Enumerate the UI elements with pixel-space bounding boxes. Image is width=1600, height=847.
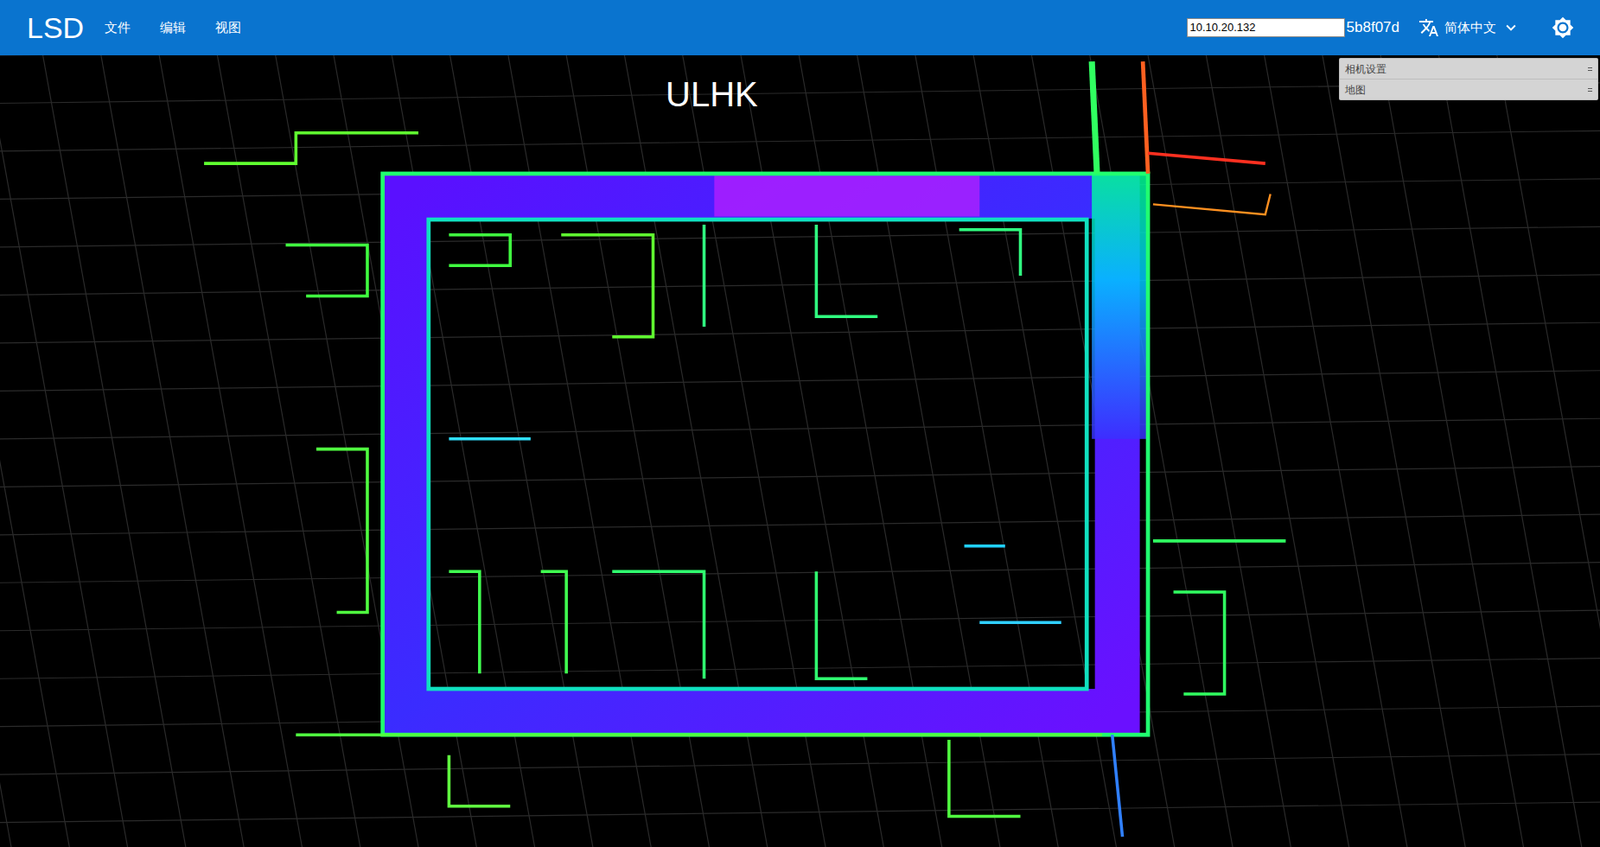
- menu-bar: 文件 编辑 视图: [104, 18, 242, 39]
- gui-folder[interactable]: 相机设置: [1339, 58, 1598, 79]
- language-select[interactable]: 简体中文: [1418, 17, 1521, 39]
- canvas-title: ULHK: [665, 72, 759, 116]
- menu-item[interactable]: 文件: [104, 18, 131, 39]
- app-logo[interactable]: LSD: [26, 12, 84, 43]
- gui-folder[interactable]: 地图: [1339, 79, 1598, 100]
- host-input[interactable]: [1186, 18, 1346, 38]
- menu-item[interactable]: 编辑: [159, 18, 186, 39]
- handle-icon: [1587, 67, 1593, 71]
- chevron-down-icon: [1501, 18, 1521, 38]
- theme-icon[interactable]: [1551, 16, 1575, 39]
- handle-icon: [1587, 88, 1593, 92]
- point-cloud-map[interactable]: [0, 55, 1600, 847]
- version-label: 5b8f07d: [1346, 16, 1400, 39]
- map-canvas[interactable]: ULHK 相机设置地图: [0, 55, 1600, 847]
- app: LSD 文件 编辑 视图 5b8f07d 简体中文 ULHK 相机设置地图: [0, 0, 1600, 847]
- menu-item[interactable]: 视图: [215, 18, 242, 39]
- gui-panel: 相机设置地图: [1338, 57, 1599, 101]
- translate-icon: [1418, 17, 1440, 39]
- top-bar: LSD 文件 编辑 视图 5b8f07d 简体中文: [0, 0, 1600, 56]
